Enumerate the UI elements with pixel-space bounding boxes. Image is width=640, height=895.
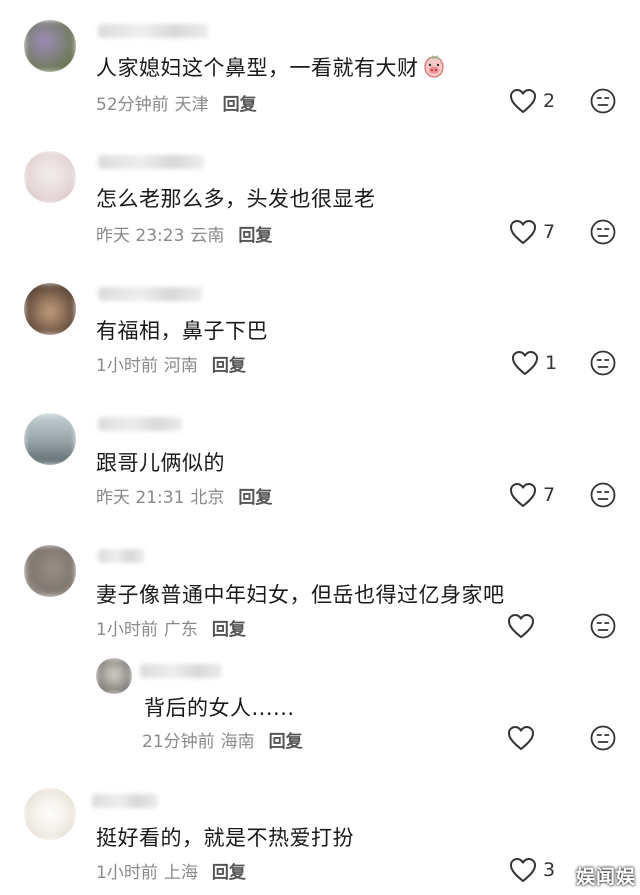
username-redacted: [98, 24, 208, 38]
pig-face-emoji: [421, 54, 447, 80]
username-redacted: [140, 664, 222, 678]
like-button[interactable]: 7: [509, 218, 555, 246]
comment-time: 1小时前: [96, 620, 158, 640]
comment-time: 昨天 21:31: [96, 488, 185, 508]
like-count: 7: [543, 221, 556, 243]
comment-time: 1小时前: [96, 863, 158, 883]
like-button[interactable]: 2: [509, 87, 555, 115]
heart-outline-icon: [510, 483, 536, 507]
comment-list: 人家媳妇这个鼻型，一看就有大财 52分钟前 天津 回复 2 怎么老那么多，头发也很显…: [0, 0, 640, 895]
reply-button[interactable]: 回复: [238, 226, 272, 246]
like-button[interactable]: 1: [511, 349, 557, 377]
heart-outline-icon: [510, 89, 536, 113]
comment-text: 挺好看的，就是不热爱打扮: [96, 826, 354, 850]
username-redacted: [98, 287, 202, 301]
comment-meta: 1小时前 广东 回复: [96, 615, 246, 640]
comment-location: 北京: [190, 488, 225, 508]
reply-button[interactable]: 回复: [238, 488, 272, 508]
like-count: 3: [543, 859, 556, 881]
comment-text: 妻子像普通中年妇女，但岳也得过亿身家吧: [96, 583, 505, 607]
watermark-text: 娱闻娱: [575, 866, 636, 888]
comment-location: 天津: [174, 95, 209, 115]
meh-face-icon: [590, 219, 616, 245]
heart-outline-icon: [512, 351, 538, 375]
comment-time: 52分钟前: [96, 95, 169, 115]
comment-time: 昨天 23:23: [96, 226, 185, 246]
comment-location: 河南: [163, 356, 198, 376]
heart-outline-icon: [508, 726, 534, 750]
username-redacted: [98, 549, 144, 563]
comment-meta: 21分钟前 海南 回复: [142, 727, 303, 752]
dislike-button[interactable]: [590, 613, 616, 639]
comment-location: 上海: [163, 863, 198, 883]
avatar[interactable]: [24, 788, 76, 840]
like-button[interactable]: 3: [509, 856, 555, 884]
heart-outline-icon: [508, 614, 534, 638]
meh-face-icon: [590, 613, 616, 639]
comment-location: 云南: [190, 226, 225, 246]
comment-text: 有福相，鼻子下巴: [96, 319, 268, 343]
avatar[interactable]: [96, 658, 132, 694]
comment-text: 跟哥儿俩似的: [96, 451, 225, 475]
comment-meta: 1小时前 上海 回复: [96, 858, 246, 883]
avatar[interactable]: [24, 545, 76, 597]
like-count: 1: [545, 352, 558, 374]
comment-time: 21分钟前: [142, 732, 215, 752]
reply-button[interactable]: 回复: [269, 732, 303, 752]
username-redacted: [92, 794, 158, 808]
dislike-button[interactable]: [590, 350, 616, 376]
like-button[interactable]: [507, 724, 541, 752]
comment-time: 1小时前: [96, 356, 158, 376]
comment-location: 广东: [163, 620, 198, 640]
comment-meta: 昨天 23:23 云南 回复: [96, 221, 272, 246]
meh-face-icon: [590, 482, 616, 508]
username-redacted: [98, 155, 204, 169]
reply-button[interactable]: 回复: [212, 863, 246, 883]
comment-text: 怎么老那么多，头发也很显老: [96, 187, 376, 211]
comment-meta: 昨天 21:31 北京 回复: [96, 483, 272, 508]
meh-face-icon: [590, 350, 616, 376]
comment-location: 海南: [220, 732, 255, 752]
comment-meta: 1小时前 河南 回复: [96, 351, 246, 376]
avatar[interactable]: [24, 283, 76, 335]
username-redacted: [98, 417, 182, 431]
reply-button[interactable]: 回复: [223, 95, 257, 115]
like-button[interactable]: 7: [509, 481, 555, 509]
meh-face-icon: [590, 725, 616, 751]
dislike-button[interactable]: [590, 725, 616, 751]
comment-text: 人家媳妇这个鼻型，一看就有大财: [96, 52, 447, 82]
heart-outline-icon: [510, 858, 536, 882]
like-button[interactable]: [507, 612, 541, 640]
reply-button[interactable]: 回复: [212, 620, 246, 640]
like-count: 7: [543, 484, 556, 506]
dislike-button[interactable]: [590, 219, 616, 245]
comment-text: 背后的女人......: [144, 696, 295, 720]
avatar[interactable]: [24, 151, 76, 203]
meh-face-icon: [590, 88, 616, 114]
like-count: 2: [543, 90, 556, 112]
avatar[interactable]: [24, 413, 76, 465]
comment-meta: 52分钟前 天津 回复: [96, 90, 257, 115]
reply-button[interactable]: 回复: [212, 356, 246, 376]
heart-outline-icon: [510, 220, 536, 244]
avatar[interactable]: [24, 20, 76, 72]
dislike-button[interactable]: [590, 482, 616, 508]
dislike-button[interactable]: [590, 88, 616, 114]
